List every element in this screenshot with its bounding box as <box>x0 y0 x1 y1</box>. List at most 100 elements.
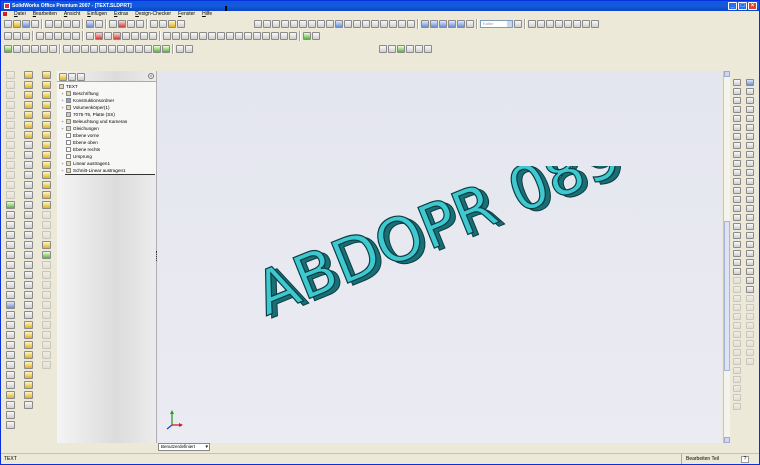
feature-tool-24-icon[interactable] <box>23 301 33 309</box>
right-tool-16-icon[interactable] <box>733 214 741 221</box>
sketch-tool-5-icon[interactable] <box>5 111 15 119</box>
graphics-viewport[interactable]: ABDOPR 089 ABDOPR 089 <box>158 71 722 443</box>
scroll-thumb[interactable] <box>724 221 730 371</box>
right-tool-32-icon[interactable] <box>733 358 741 365</box>
line-thickness-icon[interactable] <box>45 31 53 40</box>
print-preview-icon[interactable] <box>45 19 53 28</box>
sketch-entity-5-icon[interactable] <box>746 115 754 122</box>
feature-tool-7-icon[interactable] <box>23 131 33 139</box>
sketch-entity-2-icon[interactable] <box>746 88 754 95</box>
right-tool-18-icon[interactable] <box>733 232 741 239</box>
toolbar-grip-icon[interactable] <box>4 31 12 40</box>
zoom-area-icon[interactable] <box>263 19 271 28</box>
cut-icon-2[interactable] <box>40 44 48 53</box>
hide-show-icon[interactable] <box>63 31 71 40</box>
scroll-up-icon[interactable] <box>724 71 730 77</box>
sketch-tool-6-icon[interactable] <box>5 121 15 129</box>
split-icon[interactable] <box>72 44 80 53</box>
right-tool-3-icon[interactable] <box>733 97 741 104</box>
feature-tool-2-icon[interactable] <box>23 81 33 89</box>
minimize-button[interactable]: _ <box>728 2 737 10</box>
sketch-extra-icon[interactable] <box>424 44 432 53</box>
feature-tool-4-icon[interactable] <box>23 101 33 109</box>
chamfer-icon[interactable] <box>172 31 180 40</box>
roll-view-icon[interactable] <box>389 19 397 28</box>
feature-tool-16-icon[interactable] <box>23 221 33 229</box>
right-tool-24-icon[interactable] <box>733 286 741 293</box>
right-tool-4-icon[interactable] <box>733 106 741 113</box>
draft-icon[interactable] <box>190 31 198 40</box>
zoom-in-out-icon[interactable] <box>272 19 280 28</box>
menu-hilfe[interactable]: Hilfe <box>202 11 212 17</box>
right-tool-20-icon[interactable] <box>733 250 741 257</box>
rollback-bar[interactable] <box>65 174 155 175</box>
select-icon[interactable] <box>109 19 117 28</box>
sketch-tool-13-icon[interactable] <box>5 191 15 199</box>
view-tool-16-icon[interactable] <box>41 221 51 229</box>
view-tool-26-icon[interactable] <box>41 321 51 329</box>
sketch-tool-35-icon[interactable] <box>5 411 15 419</box>
line-style-icon[interactable] <box>36 31 44 40</box>
sketch-line-icon[interactable] <box>176 44 184 53</box>
cut-revolve-icon[interactable] <box>49 44 57 53</box>
measure-icon[interactable] <box>308 19 316 28</box>
feature-tool-27-icon[interactable] <box>23 331 33 339</box>
edit-icon[interactable] <box>72 31 80 40</box>
sketch-entity-11-icon[interactable] <box>746 169 754 176</box>
sketch-entity-1-icon[interactable] <box>746 79 754 86</box>
display-relations-icon[interactable] <box>415 44 423 53</box>
sketch-entity-24-icon[interactable] <box>746 286 754 293</box>
sketch-tool-8-icon[interactable] <box>5 141 15 149</box>
tile-icon[interactable] <box>177 19 185 28</box>
shell-icon[interactable] <box>181 31 189 40</box>
extruded-text-model[interactable]: ABDOPR 089 ABDOPR 089 <box>258 166 688 326</box>
tree-item-part[interactable]: TEXT <box>57 83 156 90</box>
sketch-tool-17-icon[interactable] <box>5 231 15 239</box>
tree-item-origin[interactable]: Ursprung <box>57 153 156 160</box>
right-tool-36-icon[interactable] <box>733 394 741 401</box>
view-tool-9-icon[interactable] <box>41 151 51 159</box>
panel-close-icon[interactable]: × <box>148 73 154 79</box>
font-combo[interactable]: Kalibr <box>480 19 513 28</box>
shadows-icon[interactable] <box>466 19 474 28</box>
solidworks-app-icon[interactable] <box>4 3 10 9</box>
sketch-tool-2-icon[interactable] <box>5 81 15 89</box>
feature-tool-14-icon[interactable] <box>23 201 33 209</box>
tree-item-extrude[interactable]: + Linear austragen1 <box>57 160 156 167</box>
feature-tool-12-icon[interactable] <box>23 181 33 189</box>
tree-item-solid-bodies[interactable]: + Volumenkörper(1) <box>57 104 156 111</box>
sketch-tool-10-icon[interactable] <box>5 161 15 169</box>
translate-icon[interactable] <box>398 19 406 28</box>
redo-icon[interactable] <box>95 19 103 28</box>
sketch-entity-23-icon[interactable] <box>746 277 754 284</box>
view-tool-1-icon[interactable] <box>41 71 51 79</box>
indent-icon[interactable] <box>117 44 125 53</box>
italic-icon[interactable] <box>537 19 545 28</box>
view-tool-14-icon[interactable] <box>41 201 51 209</box>
layer-icon[interactable] <box>13 31 21 40</box>
hidden-lines-visible-icon[interactable] <box>430 19 438 28</box>
sketch-entity-9-icon[interactable] <box>746 151 754 158</box>
sketch-entity-6-icon[interactable] <box>746 124 754 131</box>
sketch-entity-30-icon[interactable] <box>746 340 754 347</box>
sketch-spline-icon[interactable] <box>185 44 193 53</box>
sketch-tool-3-icon[interactable] <box>5 91 15 99</box>
bold-icon[interactable] <box>528 19 536 28</box>
sketch-entity-14-icon[interactable] <box>746 196 754 203</box>
sketch-tool-4-icon[interactable] <box>5 101 15 109</box>
feature-tool-33-icon[interactable] <box>23 391 33 399</box>
wireframe-icon[interactable] <box>421 19 429 28</box>
align-right-icon[interactable] <box>573 19 581 28</box>
sketch-tool-15-icon[interactable] <box>5 211 15 219</box>
copy-icon[interactable] <box>63 19 71 28</box>
hidden-lines-removed-icon[interactable] <box>439 19 447 28</box>
combo-option-icon[interactable] <box>514 19 522 28</box>
sketch-entity-32-icon[interactable] <box>746 358 754 365</box>
view-tool-15-icon[interactable] <box>41 211 51 219</box>
surface-trim-icon[interactable] <box>312 31 320 40</box>
fix-icon[interactable] <box>406 44 414 53</box>
intersect-icon[interactable] <box>90 44 98 53</box>
text-extra-icon[interactable] <box>591 19 599 28</box>
viewport-vertical-scrollbar[interactable] <box>723 71 730 443</box>
tree-item-annotations[interactable]: + Beschriftung <box>57 90 156 97</box>
